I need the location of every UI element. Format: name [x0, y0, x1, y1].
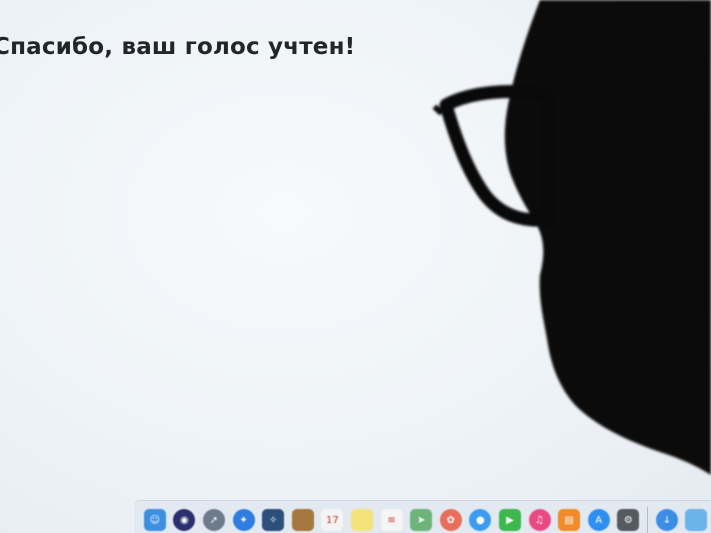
notes-icon[interactable] — [350, 509, 373, 531]
contacts-icon[interactable] — [291, 509, 314, 531]
person-silhouette — [432, 0, 711, 475]
siri-icon[interactable]: ◉ — [173, 509, 196, 531]
facetime-icon[interactable]: ▶ — [498, 509, 521, 531]
app-store-icon[interactable]: A — [587, 509, 610, 531]
itunes-icon[interactable]: ♫ — [528, 509, 551, 531]
dock: ☺ ◉ ➚ ✦ ✧ 17 ≡ ➤ ✿ ● ▶ ♫ ▤ A ⚙ ↓ — [134, 500, 711, 533]
messages-icon[interactable]: ● — [469, 509, 492, 531]
screen: Спасибо, ваш голос учтен! ☺ ◉ ➚ ✦ ✧ 17 ≡ ➤ ✿ ● ▶ ♫ ▤… — [0, 0, 711, 533]
safari-icon[interactable]: ✦ — [232, 509, 255, 531]
folder-icon[interactable] — [685, 509, 708, 531]
calendar-icon[interactable]: 17 — [321, 509, 344, 531]
head-silhouette — [504, 0, 711, 475]
maps-icon[interactable]: ➤ — [410, 509, 433, 531]
photo-booth-icon[interactable]: ✧ — [262, 509, 285, 531]
glasses-temple — [432, 104, 444, 116]
ibooks-icon[interactable]: ▤ — [558, 509, 581, 531]
photos-icon[interactable]: ✿ — [439, 509, 462, 531]
finder-icon[interactable]: ☺ — [143, 509, 166, 531]
system-preferences-icon[interactable]: ⚙ — [617, 509, 640, 531]
launchpad-icon[interactable]: ➚ — [202, 509, 225, 531]
dock-separator — [647, 507, 649, 533]
downloads-icon[interactable]: ↓ — [655, 509, 678, 531]
reminders-icon[interactable]: ≡ — [380, 509, 403, 531]
